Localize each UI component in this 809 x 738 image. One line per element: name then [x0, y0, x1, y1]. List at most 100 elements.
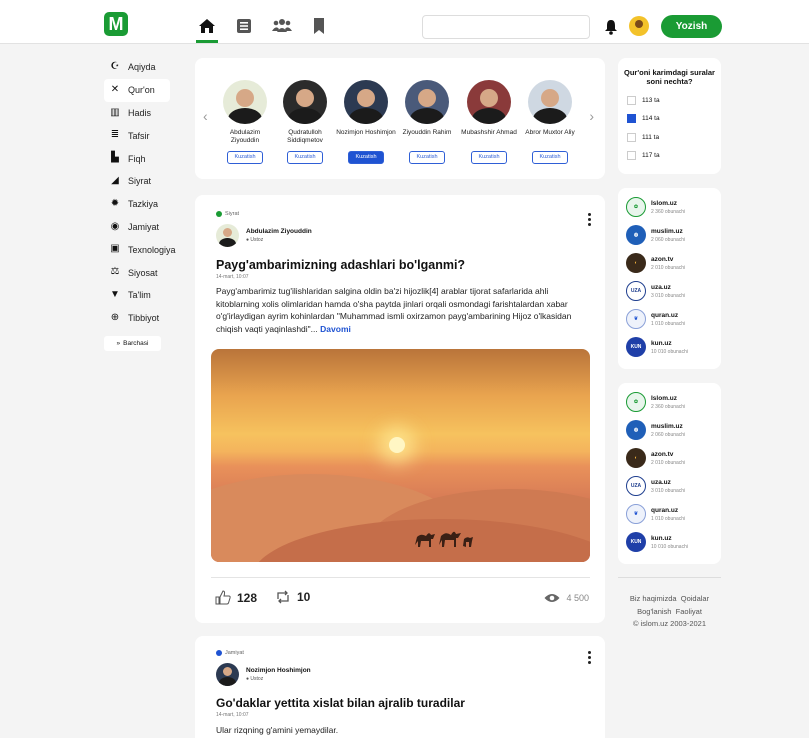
people-icon[interactable]	[272, 17, 292, 35]
post-author[interactable]: Abdulazim Ziyouddin ● Ustoz	[216, 224, 312, 247]
sidebar-item-siyrat[interactable]: ◢ Siyrat	[104, 170, 180, 193]
scholar-name: Nozimjon Hoshimjon	[336, 129, 396, 136]
quiz-option[interactable]: 117 ta	[627, 151, 660, 160]
quiz-option[interactable]: 114 ta	[627, 114, 660, 123]
post-image[interactable]	[211, 349, 590, 562]
repost-button[interactable]: 10	[275, 590, 310, 604]
sidebar-item-jamiyat[interactable]: ◉ Jamiyat	[104, 216, 180, 239]
quiz-question: Qur'oni karimdagi suralar soni nechta?	[624, 68, 715, 86]
bell-icon[interactable]	[604, 19, 618, 35]
sidebar-item-tibbiyot[interactable]: ⊕ Tibbiyot	[104, 307, 180, 330]
source-item[interactable]: ◍ muslim.uz 2 060 obunachi	[626, 420, 685, 440]
sun-icon: ✹	[110, 197, 120, 209]
muslim-logo-icon: ◍	[626, 225, 646, 245]
scales-icon: ⚖	[110, 266, 120, 278]
quran-logo-icon: ❦	[626, 309, 646, 329]
source-item[interactable]: ❦ quran.uz 1 010 obunachi	[626, 309, 685, 329]
double-chevron-down-icon: »	[116, 339, 121, 347]
more-options-icon[interactable]	[588, 651, 591, 666]
show-all-button[interactable]: » Barchasi	[104, 335, 161, 351]
follow-button[interactable]: Kuzatish	[532, 151, 568, 164]
avatar[interactable]	[216, 663, 239, 686]
follow-button[interactable]: Kuzatish	[287, 151, 323, 164]
post-title[interactable]: Go'daklar yettita xislat bilan ajralib t…	[216, 696, 465, 710]
avatar[interactable]	[216, 224, 239, 247]
sidebar-item-tafsir[interactable]: ≣ Tafsir	[104, 124, 180, 147]
follow-button[interactable]: Kuzatish	[471, 151, 507, 164]
news-icon[interactable]	[235, 17, 253, 35]
active-nav-indicator	[196, 40, 218, 43]
site-logo[interactable]: M	[104, 12, 128, 36]
scholar-name: Abror Muxtor Aliy	[525, 129, 575, 136]
checkbox[interactable]	[627, 151, 636, 160]
source-item[interactable]: ◐ azon.tv 2 010 obunachi	[626, 448, 685, 468]
sidebar-item-quron[interactable]: ✕ Qur'on	[104, 78, 170, 102]
sidebar-item-siyosat[interactable]: ⚖ Siyosat	[104, 261, 180, 284]
sidebar-item-hadis[interactable]: ▥ Hadis	[104, 102, 180, 125]
divider	[211, 577, 590, 578]
sidebar-item-aqiyda[interactable]: ☪ Aqiyda	[104, 56, 180, 79]
footer-link-rules[interactable]: Qoidalar	[681, 594, 709, 603]
post-category[interactable]: Siyrat	[216, 211, 239, 217]
source-item[interactable]: ✿ Islom.uz 2 360 obunachi	[626, 197, 685, 217]
source-item[interactable]: ❦ quran.uz 1 010 obunachi	[626, 504, 685, 524]
read-more-link[interactable]: Davomi	[320, 324, 351, 334]
post-card: Jamiyat Nozimjon Hoshimjon ● Ustoz Go'da…	[195, 636, 605, 738]
footer-link-contact[interactable]: Bog'lanish	[637, 607, 671, 616]
post-date: 14-mart, 10:07	[216, 274, 249, 280]
avatar[interactable]	[405, 80, 449, 124]
copyright: © islom.uz 2003-2021	[632, 619, 707, 628]
source-item[interactable]: ✿ Islom.uz 2 360 obunachi	[626, 392, 685, 412]
source-item[interactable]: KUN kun.uz 10 010 obunachi	[626, 337, 688, 357]
post-category[interactable]: Jamiyat	[216, 650, 244, 656]
follow-button[interactable]: Kuzatish	[227, 151, 263, 164]
avatar[interactable]	[344, 80, 388, 124]
scholars-carousel: ‹ › Abdulazim Ziyouddin Kuzatish Qudratu…	[195, 58, 605, 179]
scholar-name: Ziyouddin Rahim	[402, 129, 452, 136]
quiz-option[interactable]: 113 ta	[627, 96, 660, 105]
scholar-card: Abror Muxtor Aliy Kuzatish	[520, 80, 580, 164]
sun-shape	[389, 437, 405, 453]
avatar[interactable]	[467, 80, 511, 124]
like-button[interactable]: 128	[215, 590, 257, 605]
scholar-card: Ziyouddin Rahim Kuzatish	[397, 80, 457, 164]
follow-button[interactable]: Kuzatish	[348, 151, 384, 164]
checkbox[interactable]	[627, 96, 636, 105]
chevron-right-icon[interactable]: ›	[589, 108, 594, 124]
post-author[interactable]: Nozimjon Hoshimjon ● Ustoz	[216, 663, 311, 686]
follow-button[interactable]: Kuzatish	[409, 151, 445, 164]
checkbox[interactable]	[627, 133, 636, 142]
source-item[interactable]: KUN kun.uz 10 010 obunachi	[626, 532, 688, 552]
home-icon[interactable]	[198, 17, 216, 35]
sources-card: ✿ Islom.uz 2 360 obunachi ◍ muslim.uz 2 06…	[618, 188, 721, 369]
user-avatar[interactable]	[629, 16, 649, 36]
islom-logo-icon: ✿	[626, 392, 646, 412]
write-button[interactable]: Yozish	[661, 15, 722, 38]
sidebar-item-tazkiya[interactable]: ✹ Tazkiya	[104, 193, 180, 216]
avatar[interactable]	[283, 80, 327, 124]
avatar[interactable]	[223, 80, 267, 124]
source-item[interactable]: ◍ muslim.uz 2 060 obunachi	[626, 225, 685, 245]
source-item[interactable]: ◐ azon.tv 2 010 obunachi	[626, 253, 685, 273]
footer-link-activity[interactable]: Faoliyat	[676, 607, 702, 616]
bookmark-icon[interactable]	[312, 17, 326, 35]
sidebar-item-talim[interactable]: ▼ Ta'lim	[104, 284, 180, 307]
search-input[interactable]	[422, 15, 590, 39]
crescent-icon: ☪	[110, 61, 120, 72]
sidebar-item-texnologiya[interactable]: ▣ Texnologiya	[104, 238, 180, 261]
repost-icon	[277, 590, 289, 604]
avatar[interactable]	[528, 80, 572, 124]
sidebar-item-fiqh[interactable]: ▙ Fiqh	[104, 147, 180, 170]
checkbox-checked[interactable]	[627, 114, 636, 123]
source-item[interactable]: UZA uza.uz 3 010 obunachi	[626, 281, 685, 301]
post-card: Siyrat Abdulazim Ziyouddin ● Ustoz Payg'…	[195, 195, 605, 623]
quiz-option[interactable]: 111 ta	[627, 133, 659, 142]
post-title[interactable]: Payg'ambarimizning adashlari bo'lganmi?	[216, 258, 465, 272]
chip-icon: ▣	[110, 243, 120, 255]
kun-logo-icon: KUN	[626, 532, 646, 552]
source-item[interactable]: UZA uza.uz 3 010 obunachi	[626, 476, 685, 496]
quran-logo-icon: ❦	[626, 504, 646, 524]
chevron-left-icon[interactable]: ‹	[203, 108, 208, 124]
more-options-icon[interactable]	[588, 213, 591, 228]
footer-link-about[interactable]: Biz haqimizda	[630, 594, 677, 603]
